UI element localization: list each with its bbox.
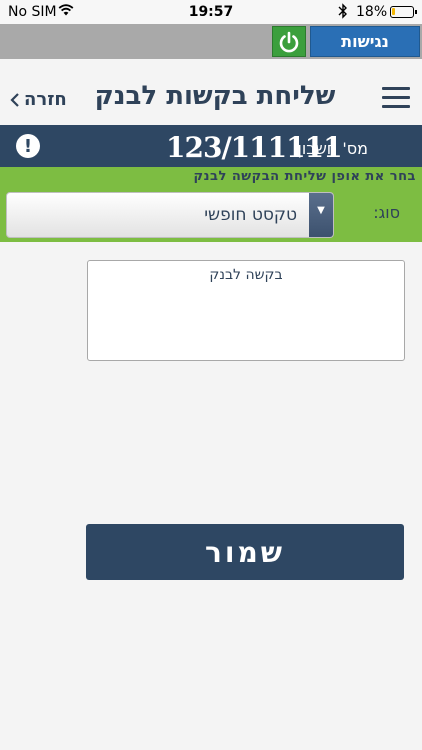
- accessibility-button[interactable]: נגישות: [310, 26, 420, 57]
- battery-percent: 18%: [356, 4, 388, 20]
- status-bar: No SIM 19:57 18%: [0, 0, 422, 24]
- back-label: חזרה: [24, 89, 67, 110]
- request-type-instruction: בחר את אופן שליחת הבקשה לבנק: [193, 169, 416, 184]
- hamburger-menu-icon[interactable]: [382, 87, 410, 109]
- back-button[interactable]: חזרה: [10, 89, 67, 110]
- request-type-panel: בחר את אופן שליחת הבקשה לבנק טקסט חופשי …: [0, 167, 422, 242]
- exclamation-icon[interactable]: !: [16, 134, 40, 158]
- power-icon: [279, 31, 299, 52]
- battery-icon: [390, 6, 417, 18]
- page-header: חזרה שליחת בקשות לבנק: [0, 59, 422, 125]
- power-button[interactable]: [272, 26, 306, 57]
- request-type-select[interactable]: טקסט חופשי ▼: [6, 192, 334, 238]
- bluetooth-icon: [338, 3, 348, 23]
- account-label: מס' חשבון:: [292, 139, 368, 158]
- request-placeholder: בקשה לבנק: [209, 267, 283, 283]
- page-title: שליחת בקשות לבנק: [94, 81, 336, 111]
- save-button[interactable]: שמור: [86, 524, 404, 580]
- chevron-left-icon: [10, 92, 19, 107]
- request-type-label: סוג:: [373, 203, 400, 222]
- account-bar: ! 123/111111 מס' חשבון:: [0, 125, 422, 167]
- battery-fill: [392, 8, 395, 15]
- request-type-selected: טקסט חופשי: [204, 205, 297, 225]
- top-utility-bar: נגישות: [0, 24, 422, 59]
- request-text-input[interactable]: בקשה לבנק: [87, 260, 405, 361]
- dropdown-arrow-icon: ▼: [309, 193, 333, 237]
